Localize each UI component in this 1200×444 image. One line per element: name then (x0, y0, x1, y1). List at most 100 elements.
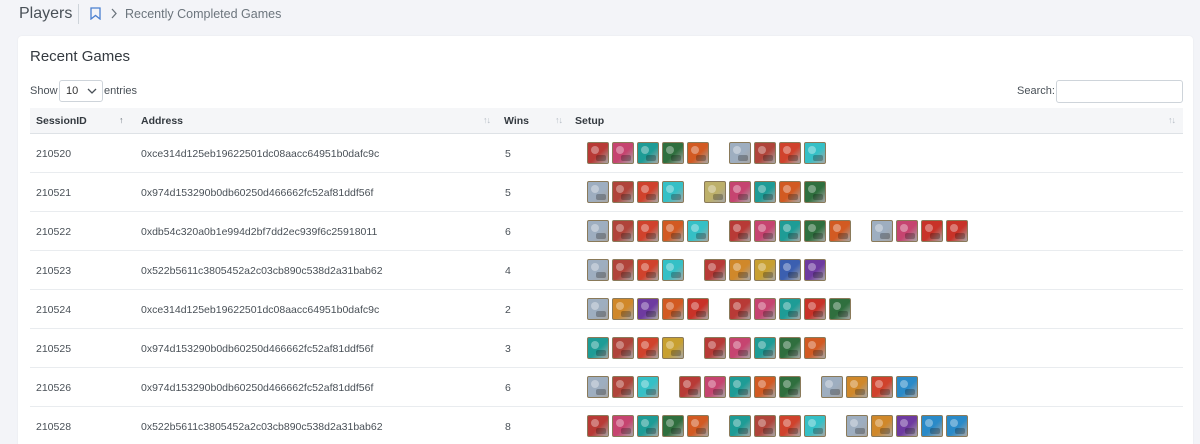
hero-card-icon[interactable] (612, 376, 634, 398)
hero-card-icon[interactable] (779, 142, 801, 164)
hero-card-icon[interactable] (729, 376, 751, 398)
table-row[interactable]: 210520 0xce314d125eb19622501dc08aacc64951… (30, 134, 1183, 173)
hero-card-icon[interactable] (612, 415, 634, 437)
hero-card-icon[interactable] (637, 181, 659, 203)
hero-card-icon[interactable] (587, 298, 609, 320)
entries-length-select[interactable]: 10 (59, 80, 103, 102)
hero-card-icon[interactable] (829, 298, 851, 320)
hero-card-icon[interactable] (729, 142, 751, 164)
hero-card-icon[interactable] (662, 337, 684, 359)
hero-card-icon[interactable] (754, 142, 776, 164)
hero-card-icon[interactable] (612, 259, 634, 281)
hero-card-icon[interactable] (804, 142, 826, 164)
hero-card-icon[interactable] (804, 259, 826, 281)
hero-card-icon[interactable] (662, 181, 684, 203)
hero-card-icon[interactable] (637, 259, 659, 281)
table-row[interactable]: 210523 0x522b5611c3805452a2c03cb890c538d2… (30, 251, 1183, 290)
hero-card-icon[interactable] (921, 220, 943, 242)
hero-card-icon[interactable] (754, 259, 776, 281)
hero-card-icon[interactable] (871, 220, 893, 242)
hero-card-icon[interactable] (587, 181, 609, 203)
hero-card-icon[interactable] (804, 415, 826, 437)
hero-card-icon[interactable] (704, 181, 726, 203)
hero-card-icon[interactable] (779, 181, 801, 203)
table-row[interactable]: 210528 0x522b5611c3805452a2c03cb890c538d2… (30, 407, 1183, 444)
hero-card-icon[interactable] (612, 298, 634, 320)
hero-card-icon[interactable] (612, 220, 634, 242)
hero-card-icon[interactable] (946, 220, 968, 242)
hero-card-icon[interactable] (804, 337, 826, 359)
table-row[interactable]: 210525 0x974d153290b0db60250d466662fc52af… (30, 329, 1183, 368)
hero-card-icon[interactable] (729, 337, 751, 359)
hero-card-icon[interactable] (637, 337, 659, 359)
hero-card-icon[interactable] (587, 376, 609, 398)
hero-card-icon[interactable] (637, 220, 659, 242)
hero-card-icon[interactable] (754, 415, 776, 437)
hero-card-icon[interactable] (687, 415, 709, 437)
col-wins[interactable]: Wins (504, 115, 529, 127)
hero-card-icon[interactable] (804, 181, 826, 203)
hero-card-icon[interactable] (587, 220, 609, 242)
hero-card-icon[interactable] (779, 337, 801, 359)
hero-card-icon[interactable] (754, 337, 776, 359)
hero-card-icon[interactable] (846, 376, 868, 398)
sort-icon[interactable]: ↑↓ (483, 115, 491, 125)
hero-card-icon[interactable] (921, 415, 943, 437)
hero-card-icon[interactable] (687, 220, 709, 242)
hero-card-icon[interactable] (821, 376, 843, 398)
hero-card-icon[interactable] (946, 415, 968, 437)
hero-card-icon[interactable] (587, 337, 609, 359)
hero-card-icon[interactable] (804, 298, 826, 320)
hero-card-icon[interactable] (637, 415, 659, 437)
hero-card-icon[interactable] (662, 415, 684, 437)
search-input[interactable] (1056, 80, 1183, 103)
hero-card-icon[interactable] (679, 376, 701, 398)
hero-card-icon[interactable] (779, 298, 801, 320)
table-row[interactable]: 210521 0x974d153290b0db60250d466662fc52af… (30, 173, 1183, 212)
hero-card-icon[interactable] (896, 376, 918, 398)
hero-card-icon[interactable] (779, 220, 801, 242)
hero-card-icon[interactable] (729, 415, 751, 437)
table-row[interactable]: 210522 0xdb54c320a0b1e994d2bf7dd2ec939f6c… (30, 212, 1183, 251)
hero-card-icon[interactable] (587, 415, 609, 437)
hero-card-icon[interactable] (729, 181, 751, 203)
hero-card-icon[interactable] (871, 415, 893, 437)
hero-card-icon[interactable] (754, 298, 776, 320)
hero-card-icon[interactable] (662, 259, 684, 281)
hero-card-icon[interactable] (587, 142, 609, 164)
table-row[interactable]: 210524 0xce314d125eb19622501dc08aacc64951… (30, 290, 1183, 329)
hero-card-icon[interactable] (637, 142, 659, 164)
bookmark-icon[interactable] (90, 7, 101, 20)
hero-card-icon[interactable] (829, 220, 851, 242)
hero-card-icon[interactable] (704, 376, 726, 398)
hero-card-icon[interactable] (687, 142, 709, 164)
sort-icon[interactable]: ↑↓ (555, 115, 563, 125)
col-setup[interactable]: Setup (575, 115, 604, 127)
sort-icon[interactable]: ↑↓ (1168, 115, 1176, 125)
table-row[interactable]: 210526 0x974d153290b0db60250d466662fc52af… (30, 368, 1183, 407)
hero-card-icon[interactable] (729, 298, 751, 320)
hero-card-icon[interactable] (637, 298, 659, 320)
hero-card-icon[interactable] (612, 142, 634, 164)
hero-card-icon[interactable] (804, 220, 826, 242)
hero-card-icon[interactable] (729, 259, 751, 281)
hero-card-icon[interactable] (587, 259, 609, 281)
hero-card-icon[interactable] (846, 415, 868, 437)
hero-card-icon[interactable] (687, 298, 709, 320)
hero-card-icon[interactable] (779, 415, 801, 437)
hero-card-icon[interactable] (754, 220, 776, 242)
hero-card-icon[interactable] (612, 337, 634, 359)
hero-card-icon[interactable] (871, 376, 893, 398)
hero-card-icon[interactable] (729, 220, 751, 242)
hero-card-icon[interactable] (754, 181, 776, 203)
hero-card-icon[interactable] (896, 220, 918, 242)
hero-card-icon[interactable] (779, 259, 801, 281)
hero-card-icon[interactable] (704, 337, 726, 359)
hero-card-icon[interactable] (662, 220, 684, 242)
hero-card-icon[interactable] (896, 415, 918, 437)
hero-card-icon[interactable] (754, 376, 776, 398)
col-address[interactable]: Address (141, 115, 183, 127)
col-sessionid[interactable]: SessionID (36, 115, 87, 127)
hero-card-icon[interactable] (704, 259, 726, 281)
breadcrumb[interactable]: Recently Completed Games (125, 7, 281, 21)
